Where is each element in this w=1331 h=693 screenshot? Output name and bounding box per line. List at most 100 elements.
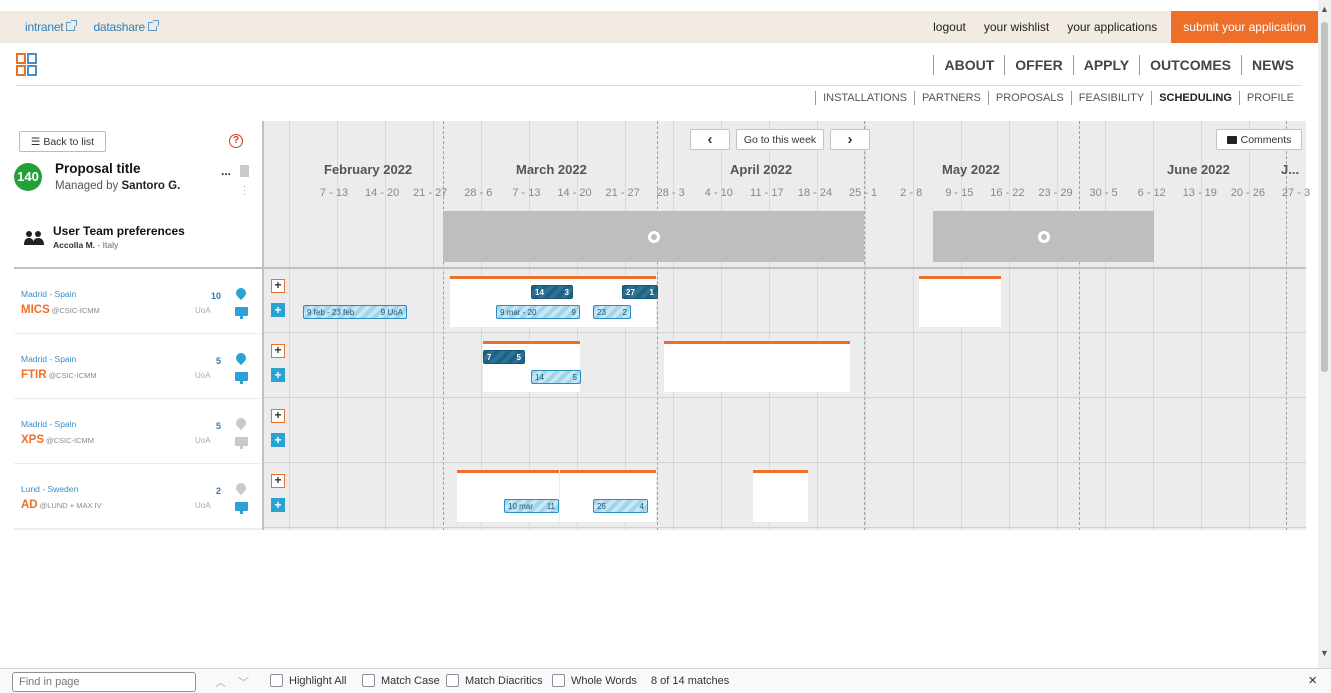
booking-bar[interactable]: 25 4 — [593, 499, 648, 513]
team-member-name: Accolla M. — [53, 240, 96, 250]
location-pin-icon[interactable] — [233, 480, 249, 496]
availability-slot[interactable] — [450, 276, 656, 327]
add-booking-button[interactable]: + — [271, 368, 285, 382]
nav-outcomes[interactable]: OUTCOMES — [1139, 55, 1241, 75]
nav-apply[interactable]: APPLY — [1072, 55, 1139, 75]
subnav-partners[interactable]: PARTNERS — [914, 91, 988, 105]
booking-dates: 25 — [597, 501, 606, 511]
document-icon[interactable] — [240, 165, 249, 177]
back-to-list-button[interactable]: ☰ Back to list — [19, 131, 106, 152]
applications-link[interactable]: your applications — [1067, 20, 1157, 34]
remote-access-icon[interactable] — [235, 307, 248, 319]
booking-bar[interactable]: 14 5 — [531, 370, 581, 384]
scroll-down-icon[interactable]: ▼ — [1320, 648, 1329, 658]
subnav-proposals[interactable]: PROPOSALS — [987, 91, 1071, 105]
booking-bar[interactable]: 14 3 — [531, 285, 573, 299]
wishlist-link[interactable]: your wishlist — [984, 20, 1049, 34]
help-icon[interactable]: ? — [229, 134, 243, 148]
week-label: 23 - 29 — [1038, 187, 1073, 199]
week-label: 14 - 20 — [557, 187, 592, 199]
week-label: 30 - 5 — [1089, 187, 1118, 199]
subnav-feasibility[interactable]: FEASIBILITY — [1070, 91, 1151, 105]
availability-slot[interactable] — [457, 470, 559, 522]
scroll-up-icon[interactable]: ▲ — [1320, 4, 1329, 14]
logout-link[interactable]: logout — [933, 20, 966, 34]
proposal-panel: ☰ Back to list ? 140 Proposal title Mana… — [14, 121, 262, 268]
add-booking-button[interactable]: + — [271, 303, 285, 317]
installation-org: @CSIC-ICMM — [46, 436, 95, 445]
add-slot-button[interactable]: + — [271, 344, 285, 358]
comments-button[interactable]: Comments — [1216, 129, 1302, 150]
kebab-menu-icon[interactable]: · · · — [243, 182, 246, 200]
uoa-unit: UoA — [195, 306, 211, 315]
eye-icon[interactable] — [647, 230, 660, 243]
intranet-link[interactable]: intranet — [25, 20, 78, 34]
nav-about[interactable]: ABOUT — [933, 55, 1004, 75]
location-pin-icon[interactable] — [233, 285, 249, 301]
logo[interactable] — [16, 53, 38, 77]
installation-name[interactable]: MICS @CSIC-ICMM — [21, 304, 100, 316]
preference-block — [933, 211, 1154, 262]
subnav-installations[interactable]: INSTALLATIONS — [815, 91, 914, 105]
installation-name[interactable]: XPS @CSIC-ICMM — [21, 434, 94, 446]
prev-week-button[interactable]: ‹ — [690, 129, 730, 150]
match-diacritics-checkbox[interactable]: Match Diacritics — [446, 674, 543, 687]
more-options[interactable]: ... — [221, 164, 231, 178]
match-case-checkbox[interactable]: Match Case — [362, 674, 440, 687]
booking-bar[interactable]: 75 — [483, 350, 525, 364]
booking-bar[interactable]: 23 2 — [593, 305, 631, 319]
booking-dates: 23 — [597, 307, 606, 317]
add-booking-button[interactable]: + — [271, 433, 285, 447]
availability-slot[interactable] — [560, 470, 656, 522]
highlight-all-checkbox[interactable]: Highlight All — [270, 674, 346, 687]
chevron-down-icon[interactable]: ﹀ — [238, 674, 249, 690]
next-week-button[interactable]: › — [830, 129, 870, 150]
add-slot-button[interactable]: + — [271, 409, 285, 423]
booking-bar[interactable]: 10 mar 11 — [504, 499, 559, 513]
close-icon[interactable]: × — [1308, 672, 1317, 689]
booking-units: 5 — [572, 372, 577, 382]
add-slot-button[interactable]: + — [271, 474, 285, 488]
add-slot-button[interactable]: + — [271, 279, 285, 293]
installation-info: Madrid - Spain FTIR @CSIC-ICMM 5 UoA — [14, 334, 262, 398]
uoa-count: 10 — [210, 291, 221, 301]
availability-slot[interactable] — [664, 341, 850, 392]
page-scrollbar[interactable]: ▲ ▼ — [1318, 0, 1331, 668]
nav-news[interactable]: NEWS — [1241, 55, 1294, 75]
location-pin-icon[interactable] — [233, 350, 249, 366]
booking-bar[interactable]: 9 mar - 20 9 — [496, 305, 580, 319]
proposal-title: Proposal title — [55, 161, 141, 176]
checkbox-box — [446, 674, 459, 687]
subnav-scheduling[interactable]: SCHEDULING — [1151, 91, 1239, 105]
back-to-list-label: Back to list — [43, 135, 95, 148]
booking-bar[interactable]: 27 1 — [622, 285, 658, 299]
availability-slot[interactable] — [483, 341, 580, 392]
booking-bar[interactable]: 9 feb - 23 feb 9 UoA — [303, 305, 407, 319]
chevron-up-icon[interactable]: ︿ — [215, 674, 226, 690]
find-input[interactable] — [12, 672, 196, 692]
whole-words-checkbox[interactable]: Whole Words — [552, 674, 637, 687]
week-label: 25 - 1 — [849, 187, 878, 199]
installation-name-label: MICS — [21, 304, 50, 316]
installation-name[interactable]: AD @LUND + MAX IV — [21, 499, 102, 511]
remote-access-icon[interactable] — [235, 372, 248, 384]
go-to-this-week-button[interactable]: Go to this week — [736, 129, 824, 150]
datashare-link[interactable]: datashare — [93, 20, 160, 34]
week-label: 7 - 13 — [512, 187, 541, 199]
subnav-profile[interactable]: PROFILE — [1238, 91, 1294, 105]
booking-units: 2 — [622, 307, 627, 317]
nav-offer[interactable]: OFFER — [1004, 55, 1072, 75]
scrollbar-thumb[interactable] — [1321, 22, 1328, 372]
datashare-link-label: datashare — [93, 20, 146, 34]
eye-icon[interactable] — [1037, 230, 1050, 243]
installation-name[interactable]: FTIR @CSIC-ICMM — [21, 369, 97, 381]
remote-access-icon[interactable] — [235, 437, 248, 449]
availability-slot[interactable] — [753, 470, 808, 522]
month-label: J... — [1281, 162, 1300, 177]
submit-application-button[interactable]: submit your application — [1171, 11, 1318, 43]
checkbox-box — [362, 674, 375, 687]
add-booking-button[interactable]: + — [271, 498, 285, 512]
availability-slot[interactable] — [919, 276, 1001, 327]
location-pin-icon[interactable] — [233, 415, 249, 431]
remote-access-icon[interactable] — [235, 502, 248, 514]
